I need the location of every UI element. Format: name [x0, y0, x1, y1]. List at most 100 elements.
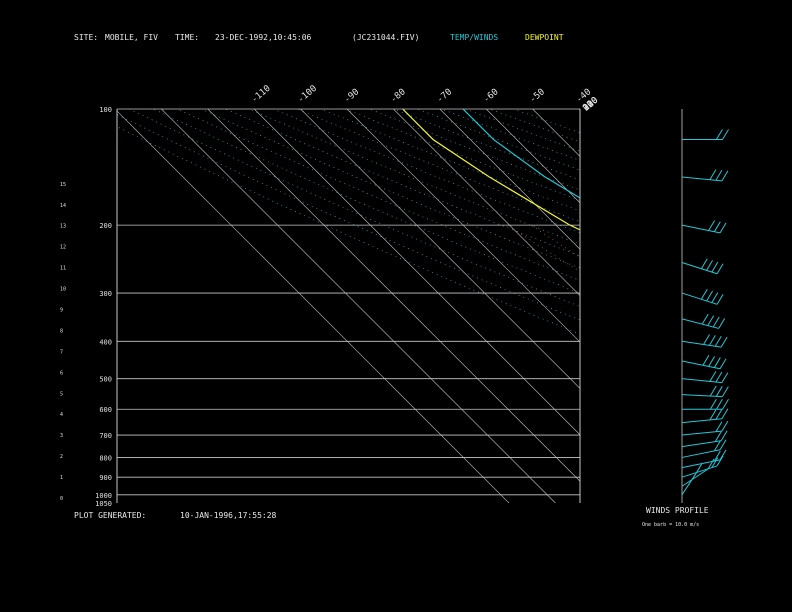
isotherm-line: [253, 109, 580, 436]
wind-barb-flag: [721, 372, 729, 383]
wind-barb-flag: [721, 408, 729, 419]
moist-adiabat: [769, 225, 792, 503]
wind-barb-flag: [713, 357, 721, 368]
isotherm-line: [300, 109, 580, 389]
pressure-tick-label: 600: [99, 406, 112, 414]
isotherm-line: [207, 109, 580, 482]
dry-adiabat: [345, 109, 580, 201]
top-temp-label: -80: [389, 87, 408, 105]
isotherm-line: [672, 109, 792, 503]
dry-adiabat: [465, 109, 580, 152]
isotherm-line: [161, 109, 556, 503]
top-temp-label: -60: [482, 87, 501, 105]
height-tick-label: 13: [60, 224, 66, 230]
wind-barb-flag: [715, 409, 723, 420]
wind-barb-flag: [706, 260, 713, 271]
pressure-tick-label: 800: [99, 454, 112, 462]
pressure-tick-label: 900: [99, 474, 112, 482]
wind-barb-flag: [712, 316, 720, 328]
moist-adiabat: [507, 224, 580, 272]
wind-barb-flag: [719, 358, 727, 369]
wind-barb-flag: [709, 169, 717, 180]
wind-barb-flag: [701, 313, 709, 325]
pressure-tick-label: 500: [99, 376, 112, 384]
height-tick-label: 10: [60, 287, 66, 293]
top-temp-label: -110: [250, 84, 273, 106]
top-temp-label: -50: [528, 87, 547, 105]
dry-adiabat: [489, 109, 580, 143]
wind-barb-flag: [708, 335, 716, 346]
height-tick-label: 6: [60, 370, 63, 376]
moist-adiabat: [723, 225, 792, 503]
skew-t-chart: 1002003004005006007008009001000105001234…: [60, 84, 792, 508]
wind-barb-flag: [715, 421, 723, 432]
dry-adiabat: [225, 109, 580, 257]
wind-barb-flag: [721, 170, 729, 182]
wind-barb-flag: [709, 398, 717, 410]
height-tick-label: 1: [60, 475, 63, 481]
height-tick-label: 0: [60, 496, 63, 502]
wind-barb-flag: [711, 261, 719, 273]
plot-area: [117, 109, 792, 503]
wind-barb-flag: [711, 292, 719, 303]
isotherm-line: [532, 109, 580, 157]
height-tick-label: 14: [60, 203, 66, 209]
wind-barb-flag: [714, 431, 722, 442]
wind-barb-flag: [721, 420, 729, 432]
height-tick-label: 11: [60, 266, 66, 272]
wind-barb-flag: [703, 334, 710, 345]
height-tick-label: 8: [60, 328, 63, 334]
moist-adiabat: [746, 225, 792, 503]
wind-barb-flag: [720, 336, 728, 348]
wind-barb-flag: [700, 289, 708, 300]
height-tick-label: 4: [60, 412, 63, 418]
pressure-tick-label: 300: [99, 290, 112, 298]
dry-adiabat: [297, 109, 580, 223]
pressure-tick-label: 700: [99, 432, 112, 440]
wind-barb-flag: [709, 409, 717, 421]
wind-barb-flag: [715, 386, 723, 397]
winds-profile-title: WINDS PROFILE: [646, 506, 709, 515]
dewpoint-profile: [402, 109, 580, 231]
wind-barb-staff: [681, 468, 709, 487]
wind-barb-flag: [722, 398, 729, 410]
dry-adiabat: [441, 109, 580, 161]
wind-barb-flag: [707, 315, 715, 326]
wind-barb-flag: [715, 170, 723, 181]
dry-adiabat: [321, 109, 580, 212]
barb-scale-note: One barb = 10.0 m/s: [642, 522, 700, 528]
wind-barb-flag: [700, 258, 708, 269]
temperature-profile: [462, 109, 580, 199]
isotherm-line: [439, 109, 580, 250]
height-tick-label: 12: [60, 245, 66, 251]
dry-adiabat: [129, 109, 580, 307]
wind-barb-flag: [719, 222, 727, 234]
dry-adiabat: [417, 109, 580, 171]
plot-generated-label: PLOT GENERATED:: [74, 511, 147, 520]
dry-adiabat: [393, 109, 580, 181]
wind-barb-flag: [722, 129, 729, 140]
top-temp-label: -100: [296, 84, 319, 106]
height-tick-label: 9: [60, 307, 63, 313]
height-tick-label: 15: [60, 182, 66, 188]
isotherm-line: [578, 109, 580, 111]
plot-generated-value: 10-JAN-1996,17:55:28: [180, 511, 277, 520]
wind-barb-flag: [716, 455, 724, 467]
wind-barb-flag: [709, 385, 717, 397]
height-tick-label: 7: [60, 349, 63, 355]
pressure-tick-label: 200: [99, 222, 112, 230]
height-tick-label: 3: [60, 433, 63, 439]
isotherm-line: [625, 109, 792, 503]
pressure-tick-label: 400: [99, 338, 112, 346]
pressure-tick-label: 1050: [95, 500, 112, 508]
pressure-tick-label: 100: [99, 106, 112, 114]
top-temp-label: -70: [435, 87, 454, 105]
wind-barb-flag: [716, 263, 724, 275]
wind-barb-flag: [714, 335, 722, 347]
top-temp-label: -90: [343, 87, 362, 105]
dry-adiabat: [117, 126, 580, 335]
height-tick-label: 2: [60, 454, 63, 460]
isotherm-line: [765, 109, 792, 503]
wind-barb-flag: [715, 398, 723, 410]
wind-barb-flag: [721, 386, 729, 397]
